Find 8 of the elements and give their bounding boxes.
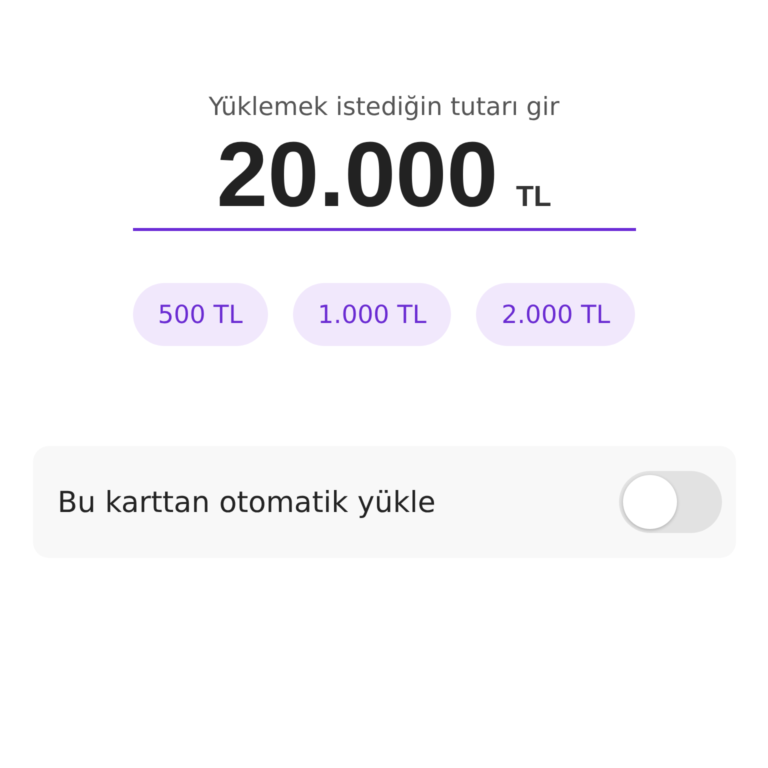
amount-prompt: Yüklemek istediğin tutarı gir [208,92,560,121]
currency-label: TL [516,181,552,214]
quick-amount-button[interactable]: 2.000 TL [476,282,636,346]
amount-field[interactable]: 20.000 TL [132,127,636,231]
auto-load-label: Bu karttan otomatik yükle [58,484,436,519]
quick-amount-button[interactable]: 500 TL [132,282,268,346]
amount-value: 20.000 [216,127,498,224]
quick-amount-button[interactable]: 1.000 TL [292,282,452,346]
